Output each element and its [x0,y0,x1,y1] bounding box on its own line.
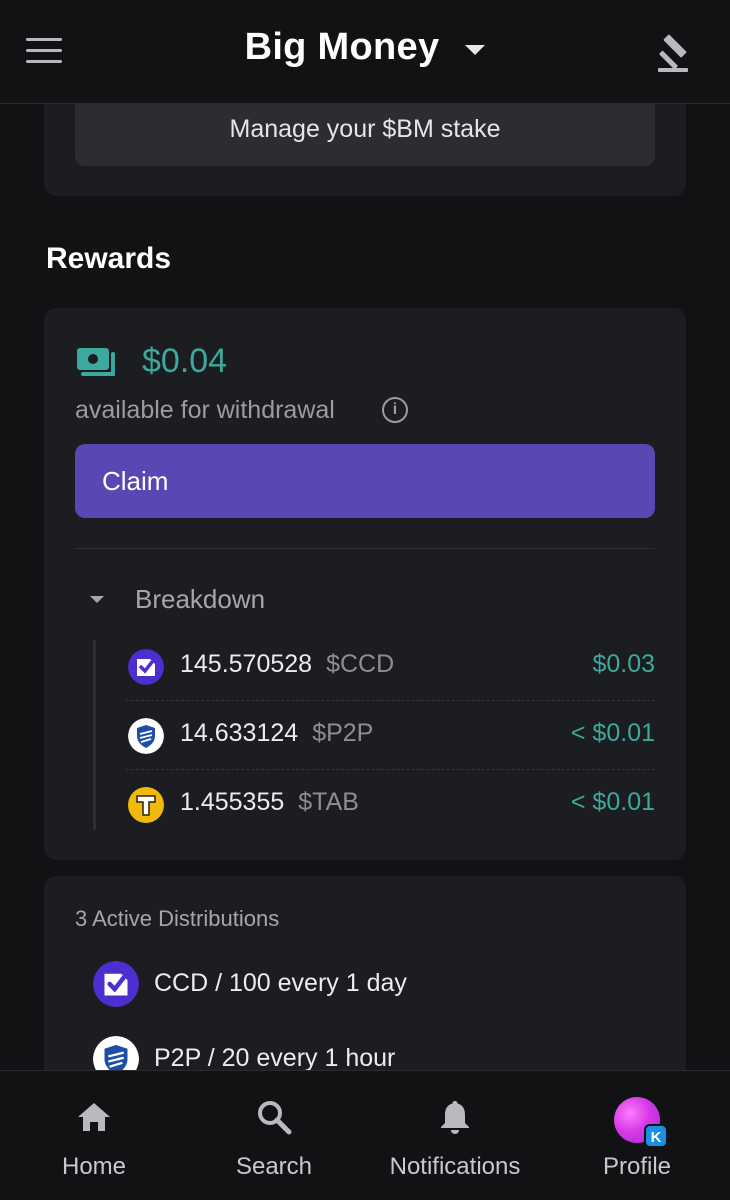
token-symbol: $P2P [312,719,374,747]
divider [75,548,655,549]
token-value: < $0.01 [570,719,655,747]
token-value: < $0.01 [570,788,655,816]
ccd-token-icon [93,961,139,1007]
claim-button[interactable]: Claim [75,444,655,518]
bell-icon [441,1101,469,1134]
rewards-heading: Rewards [46,242,172,275]
nav-label: Home [61,1153,127,1180]
nav-search[interactable]: Search [183,1071,365,1200]
nav-label: Search [235,1153,313,1180]
nav-home[interactable]: Home [3,1071,185,1200]
token-symbol: $CCD [326,650,395,678]
breakdown-row: 14.633124 $P2P < $0.01 [126,701,655,769]
cash-icon [77,348,115,376]
p2p-token-icon [128,718,164,754]
caret-down-icon [465,44,486,55]
available-label: available for withdrawal [75,396,335,424]
nav-notifications[interactable]: Notifications [364,1071,546,1200]
home-icon [78,1103,110,1131]
distribution-item[interactable]: CCD / 100 every 1 day [93,961,653,1011]
token-amount: 14.633124 $P2P [180,719,374,747]
tab-token-icon [128,787,164,823]
breakdown-toggle[interactable]: Breakdown [135,584,265,615]
nav-label: Notifications [389,1153,521,1180]
top-bar: Big Money [0,0,730,104]
breakdown-row: 145.570528 $CCD $0.03 [126,632,655,700]
breakdown-rail [93,640,96,830]
page-title: Big Money [244,26,440,68]
token-amount: 1.455355 $TAB [180,788,359,816]
community-switcher[interactable]: Big Money [0,26,730,69]
info-icon[interactable]: i [382,397,408,423]
token-symbol: $TAB [298,788,359,816]
caret-down-icon[interactable] [90,596,104,603]
gavel-icon[interactable] [652,34,696,74]
bottom-nav: Home Search Notifications Profile [0,1070,730,1200]
distribution-text: CCD / 100 every 1 day [154,969,407,997]
ccd-token-icon [128,649,164,685]
search-icon [258,1101,292,1135]
profile-badge: K [644,1124,668,1148]
token-amount: 145.570528 $CCD [180,650,395,678]
nav-profile[interactable]: Profile [546,1071,728,1200]
distributions-title: 3 Active Distributions [75,906,280,931]
breakdown-row: 1.455355 $TAB < $0.01 [126,770,655,838]
distribution-text: P2P / 20 every 1 hour [154,1044,396,1072]
available-amount: $0.04 [142,342,228,380]
app-screen: Manage your $BM stake Big Money Rewards … [0,0,730,1200]
token-value: $0.03 [592,650,655,678]
nav-label: Profile [602,1153,672,1180]
